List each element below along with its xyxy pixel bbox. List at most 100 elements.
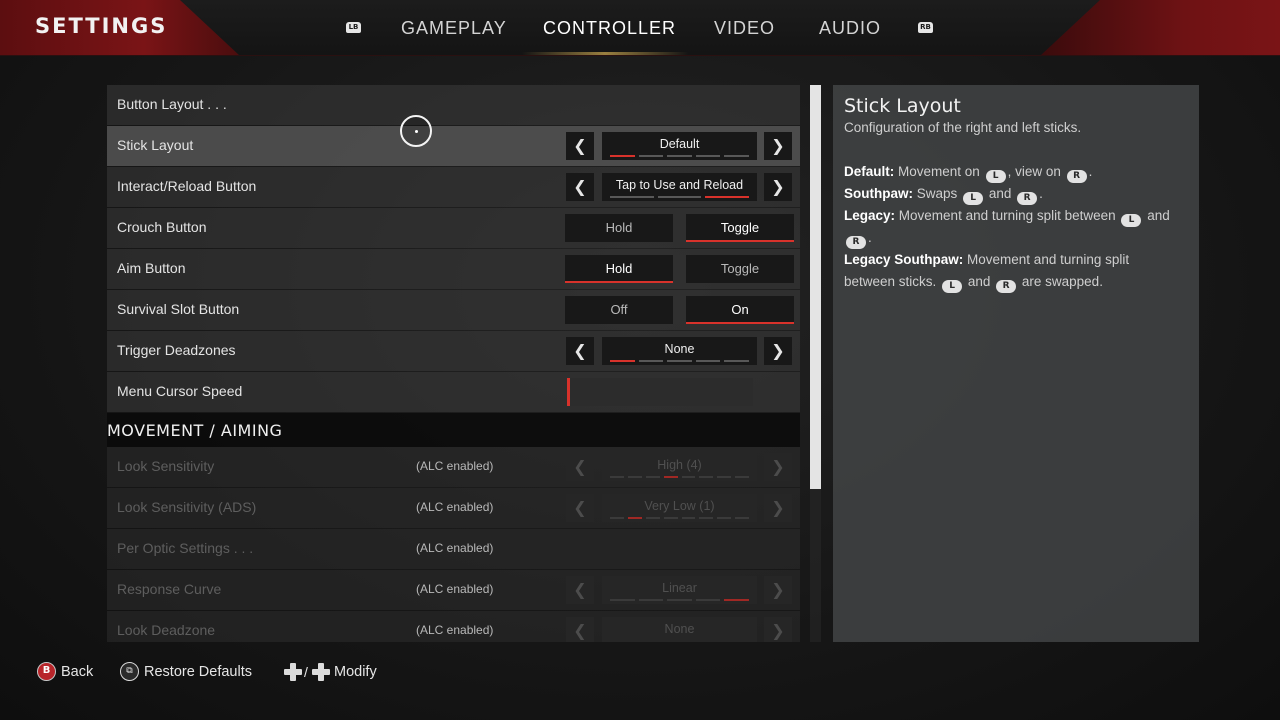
- option-segment: [699, 476, 714, 478]
- chevron-left-icon: ❮: [566, 576, 594, 604]
- desc-legacy-line: Legacy: Movement and turning split betwe…: [844, 208, 1170, 249]
- modify-label: Modify: [334, 664, 377, 680]
- row-button-layout[interactable]: Button Layout . . .: [107, 85, 800, 125]
- row-label: Look Deadzone: [117, 622, 216, 638]
- list-scrollbar[interactable]: [810, 85, 821, 642]
- row-label: Per Optic Settings . . .: [117, 540, 254, 556]
- row-interact-reload[interactable]: Interact/Reload Button ❮ Tap to Use and …: [107, 167, 800, 207]
- section-movement-aiming: MOVEMENT / AIMING: [107, 413, 800, 447]
- chevron-right-icon[interactable]: ❯: [764, 337, 792, 365]
- slash-separator: /: [304, 664, 308, 680]
- interact-reload-value: Tap to Use and Reload: [602, 173, 757, 201]
- left-stick-icon: L: [985, 170, 1006, 183]
- option-segment: [695, 155, 721, 157]
- row-menu-cursor-speed[interactable]: Menu Cursor Speed: [107, 372, 800, 412]
- term-default: Default:: [844, 164, 895, 179]
- tab-video[interactable]: VIDEO: [714, 18, 775, 39]
- dpad-right-icon: [312, 663, 330, 681]
- value-text: None: [664, 342, 695, 356]
- left-stick-icon: L: [1121, 214, 1142, 227]
- row-trigger-deadzones[interactable]: Trigger Deadzones ❮ None ❯: [107, 331, 800, 371]
- scrollbar-thumb[interactable]: [810, 85, 821, 489]
- right-stick-icon: R: [1066, 170, 1087, 183]
- desc-text: and: [988, 186, 1012, 201]
- tab-audio[interactable]: AUDIO: [819, 18, 881, 39]
- crouch-toggle-option[interactable]: Toggle: [686, 214, 794, 242]
- slider-thumb[interactable]: [567, 378, 570, 406]
- option-segments: [602, 517, 757, 519]
- option-segment: [717, 517, 732, 519]
- row-crouch-button[interactable]: Crouch Button Hold Toggle: [107, 208, 800, 248]
- rb-bumper-icon[interactable]: RB: [918, 22, 933, 33]
- b-button-icon: B: [37, 662, 56, 681]
- option-segment: [705, 196, 749, 198]
- restore-defaults-button[interactable]: ⧉ Restore Defaults: [120, 662, 265, 682]
- option-segment: [645, 476, 660, 478]
- option-segment: [610, 599, 635, 601]
- row-aim-button[interactable]: Aim Button Hold Toggle: [107, 249, 800, 289]
- option-segment: [657, 196, 702, 198]
- row-label: Response Curve: [117, 581, 222, 597]
- stick-layout-value: Default: [602, 132, 757, 160]
- description-body: Default: Movement on L, view on R. South…: [844, 161, 1174, 293]
- left-stick-icon: L: [942, 279, 963, 293]
- option-segments: [602, 360, 757, 362]
- option-segment: [627, 476, 642, 478]
- lb-bumper-icon[interactable]: LB: [346, 22, 361, 33]
- alc-enabled-note: (ALC enabled): [416, 582, 494, 596]
- option-segments: [602, 155, 757, 157]
- active-tab-indicator: [522, 52, 688, 55]
- option-segment: [667, 155, 692, 157]
- chevron-left-icon: ❮: [566, 453, 594, 481]
- settings-list: Button Layout . . . Stick Layout ❮ Defau…: [107, 85, 800, 642]
- survival-off-option[interactable]: Off: [565, 296, 673, 324]
- option-segment: [681, 517, 696, 519]
- look-deadzone-value: None: [602, 617, 757, 642]
- top-header: SETTINGS LB GAMEPLAY CONTROLLER VIDEO AU…: [0, 0, 1280, 56]
- option-segment: [645, 517, 660, 519]
- right-stick-icon: R: [846, 236, 866, 249]
- chevron-left-icon: ❮: [566, 617, 594, 642]
- row-stick-layout[interactable]: Stick Layout ❮ Default ❯: [107, 126, 800, 166]
- option-segments: [602, 196, 757, 198]
- view-button-icon: ⧉: [120, 662, 139, 681]
- back-label: Back: [61, 664, 94, 680]
- modify-button[interactable]: / Modify: [284, 662, 394, 682]
- page-title: SETTINGS: [35, 14, 168, 38]
- option-segment: [681, 476, 696, 478]
- crouch-hold-option[interactable]: Hold: [565, 214, 673, 242]
- value-text: None: [664, 622, 695, 636]
- chevron-right-icon[interactable]: ❯: [764, 132, 792, 160]
- menu-cursor-speed-slider[interactable]: [567, 378, 753, 406]
- row-look-sensitivity: Look Sensitivity (ALC enabled) ❮ High (4…: [107, 447, 800, 487]
- alc-enabled-note: (ALC enabled): [416, 541, 494, 555]
- desc-text: Movement and turning split between: [898, 208, 1116, 223]
- option-segment: [717, 476, 732, 478]
- chevron-left-icon[interactable]: ❮: [566, 337, 594, 365]
- row-label: Interact/Reload Button: [117, 178, 257, 194]
- chevron-left-icon[interactable]: ❮: [566, 173, 594, 201]
- chevron-right-icon[interactable]: ❯: [764, 173, 792, 201]
- description-subtitle: Configuration of the right and left stic…: [844, 120, 1082, 135]
- option-segment: [735, 517, 749, 519]
- alc-enabled-note: (ALC enabled): [416, 623, 494, 637]
- aim-toggle-option[interactable]: Toggle: [686, 255, 794, 283]
- back-button[interactable]: B Back: [37, 662, 107, 682]
- row-survival-slot[interactable]: Survival Slot Button Off On: [107, 290, 800, 330]
- term-legacy-southpaw: Legacy Southpaw:: [844, 252, 964, 267]
- row-look-deadzone: Look Deadzone (ALC enabled) ❮ None ❯: [107, 611, 800, 642]
- chevron-right-icon: ❯: [764, 494, 792, 522]
- value-text: High (4): [657, 458, 702, 472]
- aim-hold-option[interactable]: Hold: [565, 255, 673, 283]
- trigger-deadzones-value: None: [602, 337, 757, 365]
- row-look-sensitivity-ads: Look Sensitivity (ADS) (ALC enabled) ❮ V…: [107, 488, 800, 528]
- tab-controller[interactable]: CONTROLLER: [543, 18, 676, 39]
- chevron-left-icon[interactable]: ❮: [566, 132, 594, 160]
- desc-text: are swapped.: [1021, 273, 1103, 289]
- alc-enabled-note: (ALC enabled): [416, 500, 494, 514]
- survival-on-option[interactable]: On: [686, 296, 794, 324]
- description-title: Stick Layout: [844, 95, 961, 117]
- tab-gameplay[interactable]: GAMEPLAY: [401, 18, 507, 39]
- desc-text: Movement on: [898, 164, 980, 179]
- description-panel: Stick Layout Configuration of the right …: [833, 85, 1199, 642]
